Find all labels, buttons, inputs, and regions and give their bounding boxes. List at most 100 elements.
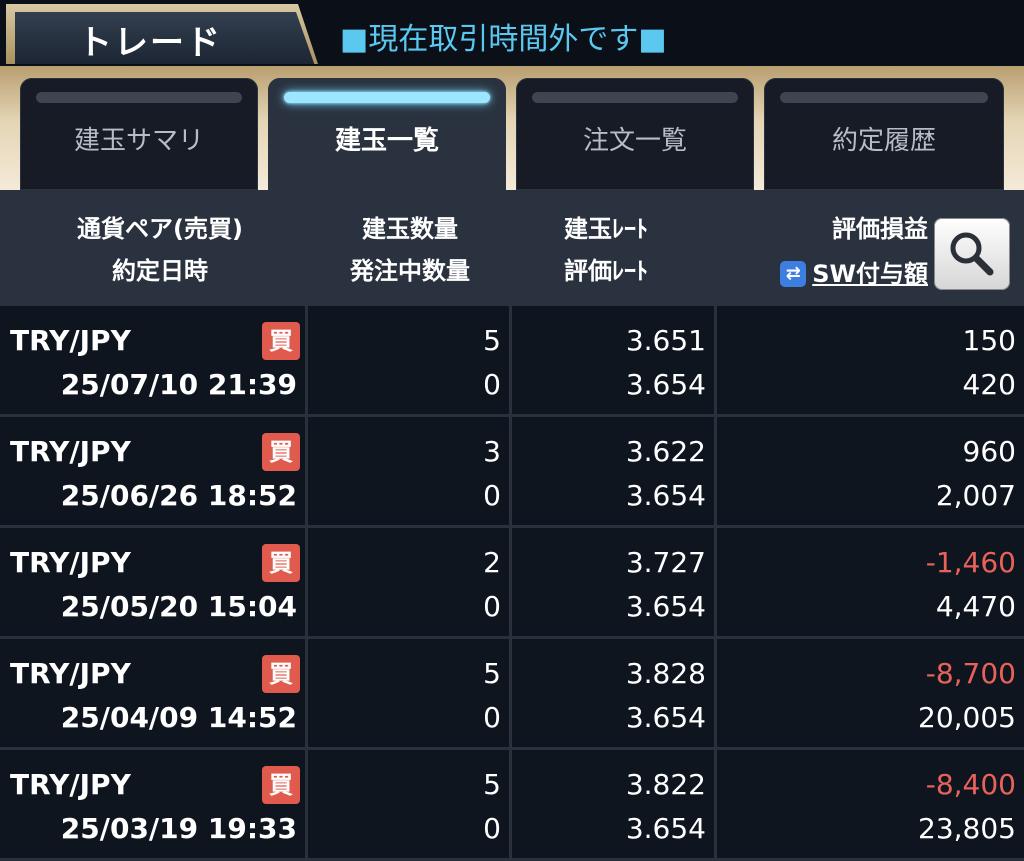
currency-pair: TRY/JPY	[10, 435, 131, 468]
position-rate: 3.622	[625, 435, 706, 468]
qty-cell: 2 0	[308, 528, 512, 636]
buy-badge: 買	[262, 766, 300, 804]
qty-cell: 3 0	[308, 417, 512, 525]
tab-label: 建玉一覧	[334, 126, 439, 156]
eval-rate: 3.654	[625, 368, 706, 401]
qty-cell: 5 0	[308, 750, 512, 858]
eval-rate: 3.654	[625, 701, 706, 734]
rate-cell: 3.822 3.654	[512, 750, 717, 858]
qty-cell: 5 0	[308, 306, 512, 414]
position-rate: 3.822	[625, 768, 706, 801]
tab-position-list[interactable]: 建玉一覧	[268, 78, 506, 192]
tab-label: 約定履歴	[831, 126, 936, 156]
pending-qty: 0	[483, 701, 501, 734]
column-header: 通貨ペア(売買) 約定日時 建玉数量 発注中数量 建玉ﾚｰﾄ 評価ﾚｰﾄ 評価損…	[0, 190, 1024, 309]
col-rate-header: 建玉ﾚｰﾄ	[564, 215, 648, 243]
pending-qty: 0	[483, 590, 501, 623]
tab-order-list[interactable]: 注文一覧	[516, 78, 754, 190]
swap-icon[interactable]: ⇄	[780, 261, 807, 287]
pnl-cell: -8,700 20,005	[717, 639, 1024, 747]
rate-cell: 3.622 3.654	[512, 417, 717, 525]
col-eval-rate-header: 評価ﾚｰﾄ	[564, 257, 648, 285]
currency-pair: TRY/JPY	[10, 546, 131, 579]
position-row[interactable]: TRY/JPY 買 25/07/10 21:39 5 0 3.651 3.654…	[0, 306, 1024, 417]
col-pnl-header: 評価損益	[832, 215, 928, 243]
position-qty: 3	[483, 435, 501, 468]
qty-cell: 5 0	[308, 639, 512, 747]
eval-rate: 3.654	[625, 812, 706, 845]
buy-badge: 買	[262, 322, 300, 360]
eval-pnl: -8,700	[925, 657, 1016, 690]
execution-datetime: 25/07/10 21:39	[60, 368, 297, 401]
rate-cell: 3.828 3.654	[512, 639, 717, 747]
buy-badge: 買	[262, 544, 300, 582]
execution-datetime: 25/06/26 18:52	[60, 479, 297, 512]
sw-amount: 2,007	[935, 479, 1016, 512]
top-bar: トレード ■現在取引時間外です■	[0, 0, 1024, 66]
currency-pair: TRY/JPY	[10, 768, 131, 801]
rate-cell: 3.727 3.654	[512, 528, 717, 636]
position-qty: 2	[483, 546, 501, 579]
tab-label: 注文一覧	[582, 126, 687, 156]
pnl-cell: -8,400 23,805	[717, 750, 1024, 858]
sw-amount: 20,005	[918, 701, 1016, 734]
position-qty: 5	[483, 657, 501, 690]
eval-pnl: 960	[962, 435, 1016, 468]
trade-header-inner: トレード	[15, 12, 315, 64]
pair-cell: TRY/JPY 買 25/05/20 15:04	[0, 528, 308, 636]
page-title: トレード	[78, 22, 222, 63]
position-row[interactable]: TRY/JPY 買 25/03/19 19:33 5 0 3.822 3.654…	[0, 750, 1024, 861]
sw-amount: 420	[962, 368, 1016, 401]
tab-indicator	[532, 92, 738, 103]
tab-label: 建玉サマリ	[73, 126, 204, 156]
execution-datetime: 25/03/19 19:33	[60, 812, 297, 845]
pending-qty: 0	[483, 479, 501, 512]
search-icon	[950, 232, 994, 276]
sw-amount: 4,470	[935, 590, 1016, 623]
currency-pair: TRY/JPY	[10, 324, 131, 357]
currency-pair: TRY/JPY	[10, 657, 131, 690]
col-qty-header: 建玉数量	[362, 215, 458, 243]
sw-amount: 23,805	[918, 812, 1016, 845]
buy-badge: 買	[262, 655, 300, 693]
col-date-header: 約定日時	[112, 257, 208, 285]
pair-cell: TRY/JPY 買 25/04/09 14:52	[0, 639, 308, 747]
position-row[interactable]: TRY/JPY 買 25/04/09 14:52 5 0 3.828 3.654…	[0, 639, 1024, 750]
rate-cell: 3.651 3.654	[512, 306, 717, 414]
eval-rate: 3.654	[625, 590, 706, 623]
tab-indicator	[36, 92, 242, 103]
tab-indicator	[780, 92, 988, 103]
position-row[interactable]: TRY/JPY 買 25/06/26 18:52 3 0 3.622 3.654…	[0, 417, 1024, 528]
pair-cell: TRY/JPY 買 25/03/19 19:33	[0, 750, 308, 858]
eval-rate: 3.654	[625, 479, 706, 512]
position-qty: 5	[483, 768, 501, 801]
buy-badge: 買	[262, 433, 300, 471]
market-status-message: ■現在取引時間外です■	[340, 22, 667, 57]
tab-position-summary[interactable]: 建玉サマリ	[20, 78, 258, 190]
sw-header-row: ⇄ SW付与額	[780, 255, 928, 293]
position-row[interactable]: TRY/JPY 買 25/05/20 15:04 2 0 3.727 3.654…	[0, 528, 1024, 639]
position-rate: 3.727	[625, 546, 706, 579]
trade-header-tab: トレード	[6, 4, 318, 64]
eval-pnl: -8,400	[925, 768, 1016, 801]
pnl-cell: -1,460 4,470	[717, 528, 1024, 636]
execution-datetime: 25/05/20 15:04	[60, 590, 297, 623]
col-pending-qty-header: 発注中数量	[350, 257, 470, 285]
sw-amount-link[interactable]: SW付与額	[812, 255, 928, 293]
tab-indicator-active	[284, 92, 490, 103]
position-rate: 3.651	[625, 324, 706, 357]
position-qty: 5	[483, 324, 501, 357]
pnl-cell: 960 2,007	[717, 417, 1024, 525]
eval-pnl: 150	[962, 324, 1016, 357]
tab-execution-history[interactable]: 約定履歴	[764, 78, 1004, 190]
eval-pnl: -1,460	[925, 546, 1016, 579]
pending-qty: 0	[483, 812, 501, 845]
col-pair-header: 通貨ペア(売買)	[77, 215, 243, 243]
position-rate: 3.828	[625, 657, 706, 690]
pending-qty: 0	[483, 368, 501, 401]
pair-cell: TRY/JPY 買 25/07/10 21:39	[0, 306, 308, 414]
pair-cell: TRY/JPY 買 25/06/26 18:52	[0, 417, 308, 525]
col-sw-header: ⇄ SW付与額	[740, 252, 928, 293]
pnl-cell: 150 420	[717, 306, 1024, 414]
search-button[interactable]	[934, 218, 1010, 290]
